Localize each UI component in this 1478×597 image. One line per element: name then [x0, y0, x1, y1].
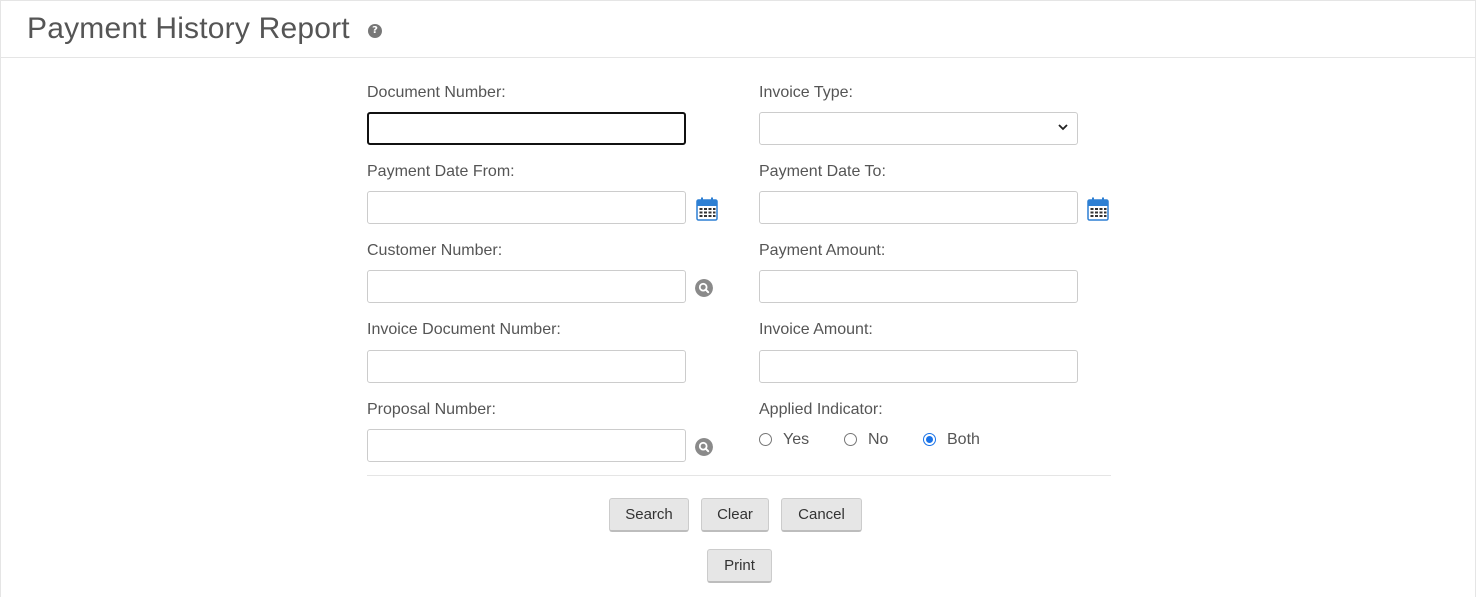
customer-number-label: Customer Number: — [367, 242, 503, 259]
form-divider — [367, 475, 1111, 476]
payment-date-to-input[interactable] — [759, 191, 1078, 224]
invoice-type-select[interactable] — [759, 112, 1078, 145]
radio-both-label: Both — [947, 431, 980, 448]
calendar-icon[interactable] — [1087, 197, 1109, 221]
proposal-number-label: Proposal Number: — [367, 401, 496, 418]
print-button[interactable]: Print — [707, 549, 772, 583]
payment-date-to-label: Payment Date To: — [759, 163, 886, 180]
radio-both[interactable] — [923, 433, 936, 446]
payment-date-from-label: Payment Date From: — [367, 163, 515, 180]
radio-yes[interactable] — [759, 433, 772, 446]
search-button[interactable]: Search — [609, 498, 689, 532]
question-circle-icon[interactable]: ? — [368, 24, 382, 38]
customer-number-input[interactable] — [367, 270, 686, 303]
clear-button[interactable]: Clear — [701, 498, 769, 532]
invoice-amount-input[interactable] — [759, 350, 1078, 383]
invoice-document-number-label: Invoice Document Number: — [367, 321, 561, 338]
payment-amount-label: Payment Amount: — [759, 242, 886, 259]
radio-no[interactable] — [844, 433, 857, 446]
payment-date-from-input[interactable] — [367, 191, 686, 224]
applied-indicator-label: Applied Indicator: — [759, 401, 883, 418]
search-lookup-icon[interactable] — [695, 279, 713, 297]
invoice-type-label: Invoice Type: — [759, 84, 853, 101]
radio-yes-label: Yes — [783, 431, 810, 448]
invoice-document-number-input[interactable] — [367, 350, 686, 383]
search-lookup-icon[interactable] — [695, 438, 713, 456]
proposal-number-input[interactable] — [367, 429, 686, 462]
chevron-down-icon — [1058, 124, 1068, 131]
document-number-input[interactable] — [367, 112, 686, 145]
calendar-icon[interactable] — [696, 197, 718, 221]
invoice-amount-label: Invoice Amount: — [759, 321, 873, 338]
document-number-label: Document Number: — [367, 84, 506, 101]
radio-no-label: No — [868, 431, 889, 448]
cancel-button[interactable]: Cancel — [781, 498, 862, 532]
page-header: Payment History Report ? — [0, 0, 1476, 58]
payment-amount-input[interactable] — [759, 270, 1078, 303]
page-title: Payment History Report — [27, 12, 350, 45]
